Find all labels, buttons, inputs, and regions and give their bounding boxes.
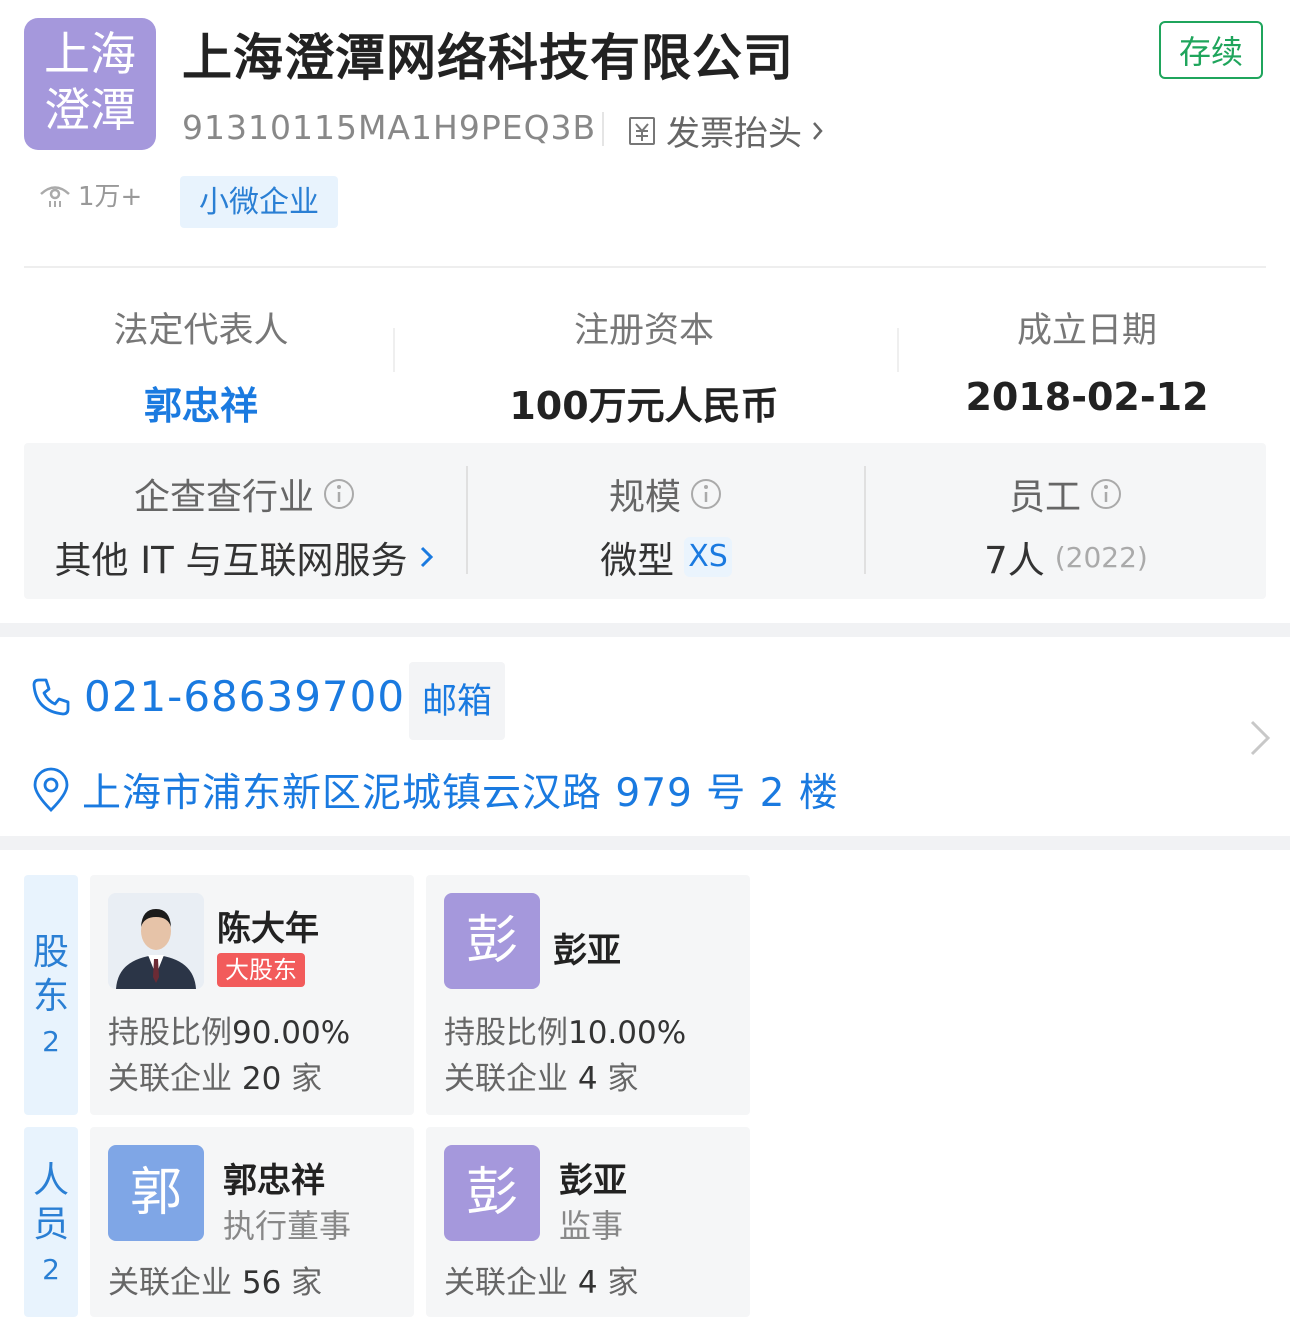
founded-date: 成立日期 2018-02-12 bbox=[912, 302, 1262, 419]
credit-code[interactable]: 91310115MA1H9PEQ3B bbox=[182, 108, 596, 147]
company-name: 上海澄潭网络科技有限公司 bbox=[182, 29, 794, 87]
related-companies: 关联企业 56 家 bbox=[108, 1257, 322, 1302]
shareholders-tab-label-1: 股 bbox=[32, 932, 69, 973]
scale: 规模 微型 XS bbox=[468, 468, 864, 584]
capital-value: 100万元人民币 bbox=[509, 384, 779, 428]
staff-card[interactable]: 郭 郭忠祥 执行董事 关联企业 56 家 bbox=[90, 1127, 414, 1317]
logo-text-line2: 澄潭 bbox=[44, 83, 136, 137]
related-unit: 家 bbox=[291, 1265, 323, 1301]
shareholder-name[interactable]: 陈大年 bbox=[217, 901, 319, 950]
avatar: 彭 bbox=[444, 1145, 540, 1241]
related-unit: 家 bbox=[607, 1265, 639, 1301]
tab-shareholders[interactable]: 股 东 2 bbox=[24, 875, 78, 1115]
ratio-value: 10.00% bbox=[568, 1015, 687, 1051]
phone-link[interactable]: 021-68639700 bbox=[30, 672, 405, 721]
staff-name[interactable]: 郭忠祥 bbox=[223, 1153, 325, 1202]
location-icon bbox=[33, 767, 69, 812]
address-link[interactable]: 上海市浦东新区泥城镇云汉路 979 号 2 楼 bbox=[30, 762, 839, 818]
shareholder-card[interactable]: 彭 彭亚 持股比例10.00% 关联企业 4 家 bbox=[426, 875, 750, 1115]
shareholders-count: 2 bbox=[42, 1025, 60, 1058]
legal-rep-label: 法定代表人 bbox=[113, 311, 289, 351]
shareholding-ratio: 持股比例90.00% bbox=[108, 1007, 350, 1052]
email-button[interactable]: 邮箱 bbox=[409, 662, 505, 740]
phone-icon bbox=[32, 678, 70, 715]
staff-count: 2 bbox=[42, 1253, 60, 1286]
avatar: 郭 bbox=[108, 1145, 204, 1241]
related-count: 4 bbox=[577, 1061, 598, 1097]
info-icon[interactable] bbox=[1089, 477, 1123, 511]
company-tag[interactable]: 小微企业 bbox=[180, 176, 338, 228]
chevron-right-icon[interactable] bbox=[1246, 718, 1274, 758]
divider bbox=[24, 266, 1266, 268]
related-label: 关联企业 bbox=[444, 1265, 568, 1301]
chevron-right-icon bbox=[813, 121, 823, 140]
related-companies: 关联企业 20 家 bbox=[108, 1053, 322, 1098]
company-logo: 上海 澄潭 bbox=[24, 18, 156, 150]
shareholding-ratio: 持股比例10.00% bbox=[444, 1007, 686, 1052]
invoice-icon bbox=[629, 116, 655, 145]
related-count: 4 bbox=[577, 1265, 598, 1301]
scale-value: 微型 bbox=[600, 539, 675, 582]
person-photo-icon bbox=[108, 893, 204, 989]
related-unit: 家 bbox=[607, 1061, 639, 1097]
staff-name[interactable]: 彭亚 bbox=[559, 1153, 627, 1202]
related-companies: 关联企业 4 家 bbox=[444, 1257, 638, 1302]
scale-label: 规模 bbox=[608, 477, 681, 518]
staff-tab-label-2: 员 bbox=[32, 1204, 69, 1245]
address-text: 上海市浦东新区泥城镇云汉路 979 号 2 楼 bbox=[82, 771, 839, 816]
ratio-label: 持股比例 bbox=[108, 1015, 232, 1051]
employees: 员工 7人 (2022) bbox=[866, 468, 1266, 584]
view-count: 1万+ bbox=[38, 176, 142, 213]
legal-representative: 法定代表人 郭忠祥 bbox=[26, 302, 376, 430]
phone-number: 021-68639700 bbox=[84, 672, 406, 721]
industry-value: 其他 IT 与互联网服务 bbox=[54, 539, 408, 582]
employees-value: 7人 bbox=[984, 539, 1045, 582]
registered-capital: 注册资本 100万元人民币 bbox=[469, 302, 819, 430]
divider bbox=[602, 112, 604, 146]
ratio-value: 90.00% bbox=[232, 1015, 351, 1051]
tab-staff[interactable]: 人 员 2 bbox=[24, 1127, 78, 1317]
logo-text-line1: 上海 bbox=[44, 27, 136, 81]
employees-year: (2022) bbox=[1054, 540, 1148, 574]
staff-card[interactable]: 彭 彭亚 监事 关联企业 4 家 bbox=[426, 1127, 750, 1317]
shareholder-name[interactable]: 彭亚 bbox=[553, 923, 621, 972]
scale-badge: XS bbox=[684, 537, 732, 577]
divider bbox=[393, 328, 395, 372]
invoice-label: 发票抬头 bbox=[666, 114, 802, 154]
view-count-text: 1万+ bbox=[78, 182, 143, 212]
related-label: 关联企业 bbox=[108, 1265, 232, 1301]
section-separator bbox=[0, 623, 1290, 637]
related-companies: 关联企业 4 家 bbox=[444, 1053, 638, 1098]
staff-role: 执行董事 bbox=[223, 1207, 352, 1245]
legal-rep-value[interactable]: 郭忠祥 bbox=[26, 375, 376, 430]
related-label: 关联企业 bbox=[444, 1061, 568, 1097]
ratio-label: 持股比例 bbox=[444, 1015, 568, 1051]
chevron-right-icon bbox=[420, 546, 433, 568]
capital-label: 注册资本 bbox=[573, 311, 714, 351]
industry[interactable]: 企查查行业 其他 IT 与互联网服务 bbox=[24, 468, 466, 584]
related-label: 关联企业 bbox=[108, 1061, 232, 1097]
employees-label: 员工 bbox=[1008, 477, 1081, 518]
info-icon[interactable] bbox=[689, 477, 723, 511]
avatar: 彭 bbox=[444, 893, 540, 989]
status-badge: 存续 bbox=[1159, 21, 1263, 79]
shareholder-card[interactable]: 陈大年 大股东 持股比例90.00% 关联企业 20 家 bbox=[90, 875, 414, 1115]
invoice-header-link[interactable]: 发票抬头 bbox=[626, 106, 826, 155]
eye-icon bbox=[40, 185, 70, 207]
avatar bbox=[108, 893, 204, 989]
info-icon[interactable] bbox=[322, 477, 356, 511]
staff-role: 监事 bbox=[559, 1207, 624, 1245]
shareholders-tab-label-2: 东 bbox=[32, 976, 69, 1017]
related-unit: 家 bbox=[291, 1061, 323, 1097]
divider bbox=[897, 328, 899, 372]
related-count: 56 bbox=[241, 1265, 282, 1301]
industry-label: 企查查行业 bbox=[133, 477, 314, 518]
section-separator bbox=[0, 836, 1290, 850]
major-shareholder-badge: 大股东 bbox=[217, 953, 305, 987]
founded-label: 成立日期 bbox=[1016, 311, 1157, 351]
related-count: 20 bbox=[241, 1061, 282, 1097]
staff-tab-label-1: 人 bbox=[32, 1160, 69, 1201]
founded-value: 2018-02-12 bbox=[965, 375, 1209, 419]
